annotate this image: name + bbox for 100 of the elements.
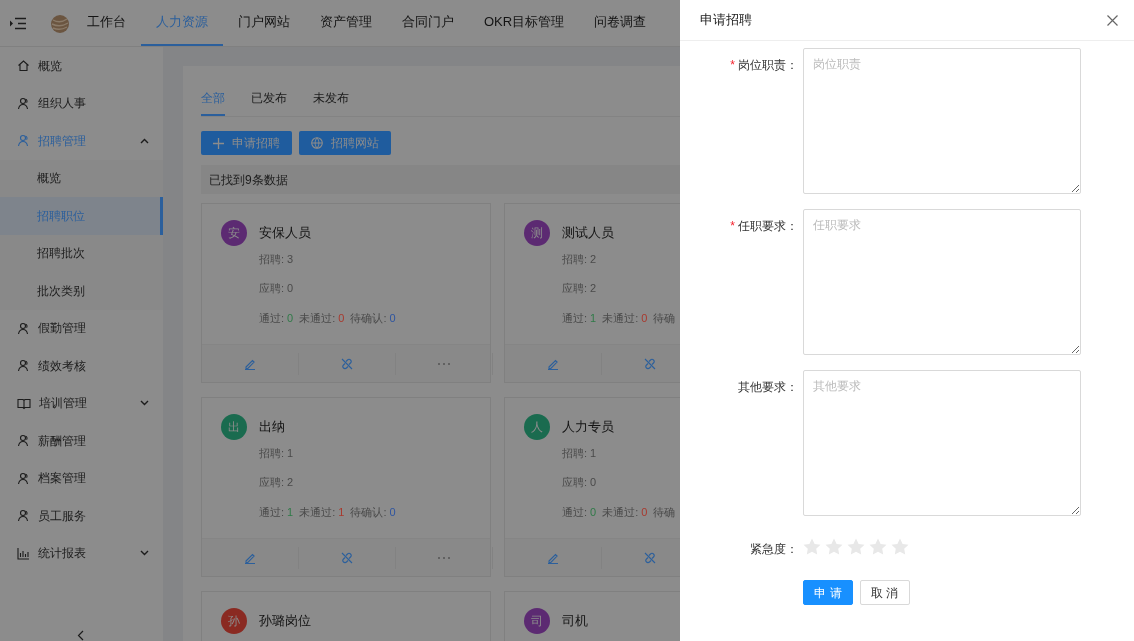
chevron-down-icon (140, 400, 149, 407)
field-label: 任职要求： (738, 219, 798, 233)
job-title: 孙璐岗位 (259, 612, 311, 630)
link-icon[interactable] (644, 357, 656, 370)
chevron-up-icon (140, 137, 149, 144)
user-icon (17, 321, 30, 335)
stat-label: 待确认: (350, 504, 387, 520)
edit-icon[interactable] (547, 357, 559, 370)
sidebar-item[interactable]: 统计报表 (0, 534, 163, 572)
user-icon (17, 471, 30, 485)
user-icon (17, 359, 30, 373)
job-title: 安保人员 (259, 224, 312, 242)
user-icon (17, 434, 30, 448)
nav-tab[interactable]: 问卷调查 (579, 0, 662, 46)
nav-tab[interactable]: 门户网站 (223, 0, 305, 46)
job-title: 司机 (562, 612, 588, 630)
hire-count: 招聘: 3 (259, 251, 295, 267)
user-icon (17, 96, 30, 110)
chevron-down-icon (140, 550, 149, 557)
edit-icon[interactable] (244, 551, 256, 564)
nav-tab[interactable]: 工作台 (72, 0, 141, 46)
text-area[interactable]: 岗位职责 (803, 48, 1081, 194)
bar-chart-icon (17, 546, 30, 560)
form-button[interactable]: 取 消 (859, 580, 910, 605)
hire-count: 招聘: 1 (259, 445, 295, 461)
home-icon (17, 59, 30, 73)
form-button[interactable]: 申 请 (803, 580, 853, 605)
field-label: 其他要求： (738, 380, 798, 394)
sidebar-item[interactable]: 档案管理 (0, 459, 163, 497)
required-mark: * (730, 58, 735, 72)
hire-count: 招聘: 2 (562, 251, 598, 267)
stat-value: 0 (590, 504, 597, 520)
sidebar-item[interactable]: 假勤管理 (0, 309, 163, 347)
stat-label: 未通过: (602, 504, 639, 520)
applicant-count: 应聘: 0 (562, 475, 598, 490)
plus-icon (213, 137, 224, 149)
sidebar-item[interactable]: 薪酬管理 (0, 422, 163, 460)
field-label: 紧急度： (750, 542, 798, 556)
submenu-item[interactable]: 招聘批次 (0, 234, 163, 272)
tab[interactable]: 未发布 (313, 82, 349, 116)
more-icon[interactable] (437, 555, 451, 560)
sidebar-item[interactable]: 培训管理 (0, 384, 163, 422)
stat-value: 0 (641, 504, 648, 520)
text-area[interactable]: 其他要求 (803, 370, 1081, 516)
nav-tab[interactable]: OKR目标管理 (469, 0, 580, 46)
applicant-count: 应聘: 0 (259, 281, 295, 296)
avatar: 出 (221, 414, 247, 440)
stat-label: 通过: (562, 504, 588, 520)
stat-value: 1 (590, 310, 597, 326)
stat-value: 0 (641, 310, 648, 326)
required-mark: * (730, 219, 735, 233)
stat-value: 0 (287, 310, 294, 326)
sidebar-item[interactable]: 组织人事 (0, 84, 163, 122)
stat-label: 未通过: (602, 310, 639, 326)
stat-value: 0 (389, 310, 396, 326)
tab[interactable]: 已发布 (251, 82, 287, 116)
stat-value: 0 (389, 504, 396, 520)
link-icon[interactable] (644, 551, 656, 564)
sidebar-item[interactable]: 概览 (0, 47, 163, 85)
nav-tab[interactable]: 资产管理 (305, 0, 387, 46)
globe-icon (310, 137, 323, 149)
collapse-icon[interactable] (77, 630, 84, 641)
stat-label: 未通过: (299, 310, 336, 326)
submenu-item[interactable]: 批次类别 (0, 272, 163, 310)
stat-label: 通过: (259, 504, 285, 520)
avatar: 孙 (221, 608, 247, 634)
avatar: 安 (221, 220, 247, 246)
hire-count: 招聘: 1 (562, 445, 598, 461)
avatar: 人 (524, 414, 550, 440)
user-icon (17, 134, 30, 148)
avatar: 测 (524, 220, 550, 246)
result-count: 已找到9条数据 (209, 171, 288, 189)
field-label: 岗位职责： (738, 58, 798, 72)
sidebar-item[interactable]: 员工服务 (0, 497, 163, 535)
book-icon (17, 396, 31, 410)
text-area[interactable]: 任职要求 (803, 209, 1081, 355)
job-title: 出纳 (259, 418, 286, 436)
link-icon[interactable] (341, 551, 353, 564)
logo-icon (50, 14, 70, 34)
stat-value: 1 (338, 504, 345, 520)
menu-icon[interactable] (10, 17, 26, 30)
applicant-count: 应聘: 2 (562, 281, 598, 296)
edit-icon[interactable] (244, 357, 256, 370)
sidebar-item[interactable]: 绩效考核 (0, 347, 163, 385)
user-icon (17, 509, 30, 523)
stat-value: 1 (287, 504, 294, 520)
stat-label: 待确 (653, 504, 676, 520)
job-title: 测试人员 (562, 224, 615, 242)
submenu-item[interactable]: 概览 (0, 159, 163, 197)
applicant-count: 应聘: 2 (259, 475, 295, 490)
close-icon[interactable] (1107, 14, 1118, 26)
drawer-title: 申请招聘 (700, 11, 752, 30)
nav-tab[interactable]: 合同门户 (387, 0, 469, 46)
stat-value: 0 (338, 310, 345, 326)
more-icon[interactable] (437, 361, 451, 366)
link-icon[interactable] (341, 357, 353, 370)
stat-label: 通过: (562, 310, 588, 326)
stat-label: 待确认: (350, 310, 387, 326)
stat-label: 待确 (653, 310, 676, 326)
edit-icon[interactable] (547, 551, 559, 564)
